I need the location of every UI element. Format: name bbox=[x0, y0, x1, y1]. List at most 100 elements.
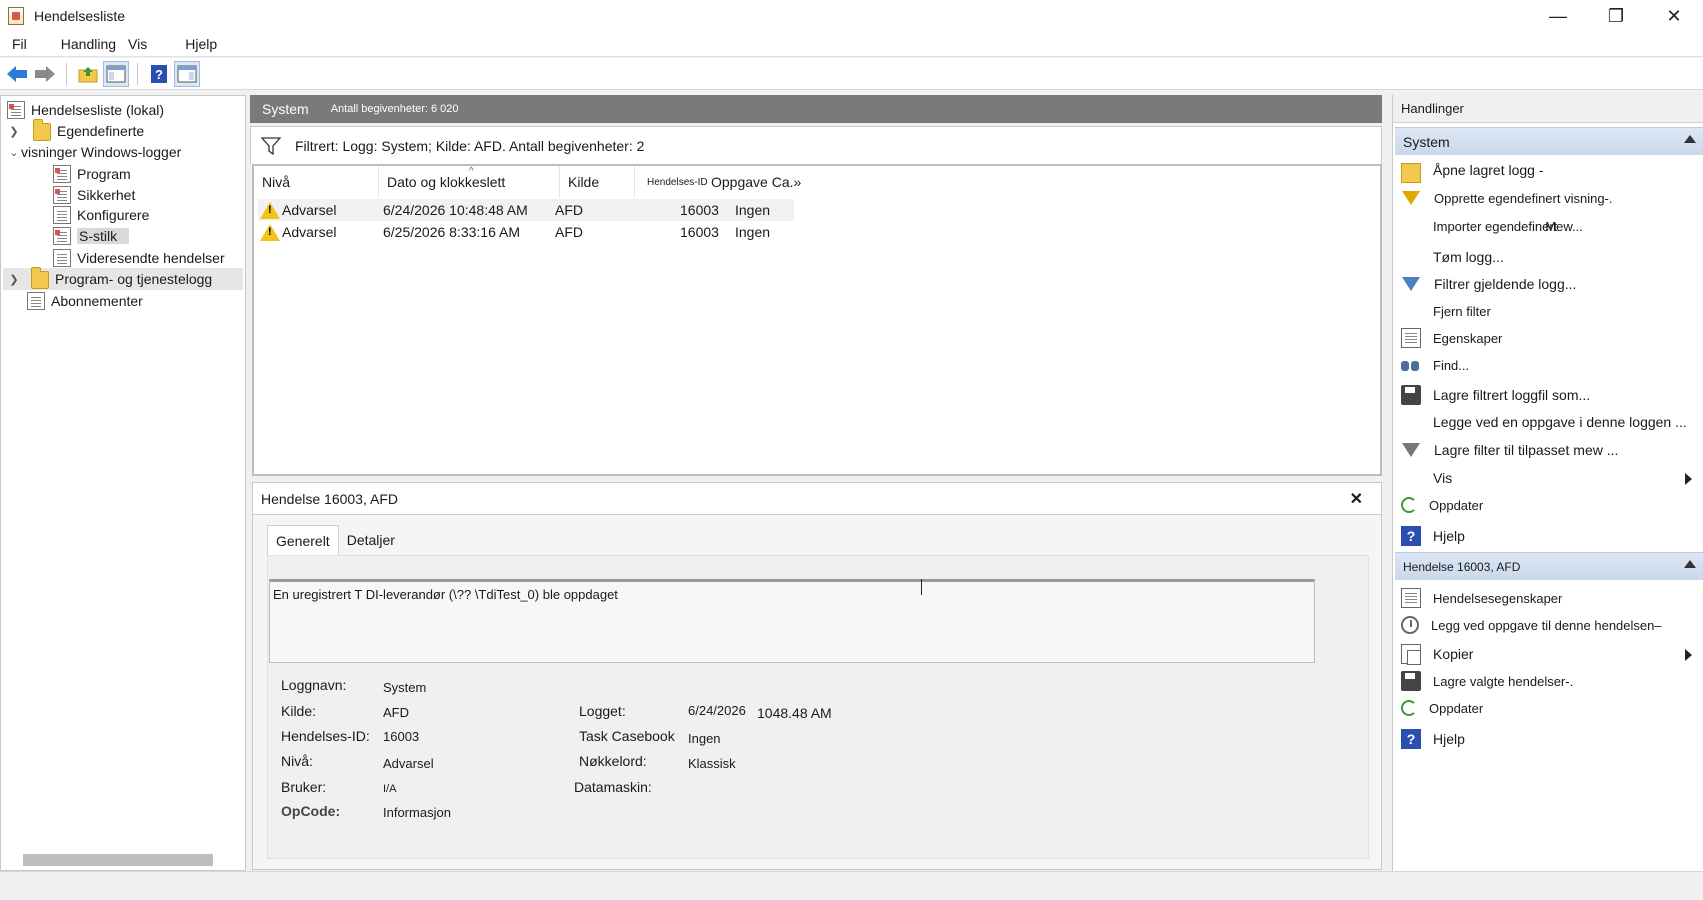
action-help-event[interactable]: ? Hjelp bbox=[1393, 726, 1702, 752]
close-button[interactable]: ✕ bbox=[1645, 0, 1703, 32]
table-row[interactable]: Advarsel 6/25/2026 8:33:16 AM AFD 16003 … bbox=[258, 221, 794, 243]
tab-details[interactable]: Detaljer bbox=[339, 525, 403, 555]
action-label: Find... bbox=[1433, 357, 1470, 373]
value-source: AFD bbox=[383, 705, 409, 720]
forward-arrow-icon[interactable] bbox=[32, 61, 58, 87]
action-label: Fjern filter bbox=[1433, 303, 1491, 319]
action-save-filter-to-custom-view[interactable]: Lagre filter til tilpasset mew ... bbox=[1393, 437, 1702, 463]
title-bar: Hendelsesliste — ❐ ✕ bbox=[0, 0, 1703, 32]
chevron-right-icon[interactable]: ❯ bbox=[7, 273, 21, 286]
table-row[interactable]: Advarsel 6/24/2026 10:48:48 AM AFD 16003… bbox=[258, 199, 794, 221]
tree-item-setup[interactable]: Konfigurere bbox=[53, 204, 149, 226]
tree-item-app-services[interactable]: ❯ Program- og tjenestelogg bbox=[3, 267, 243, 290]
action-label: Åpne lagret logg - bbox=[1433, 162, 1544, 178]
chevron-right-icon[interactable]: ❯ bbox=[7, 125, 21, 138]
menu-action[interactable]: Handling bbox=[55, 36, 122, 52]
status-bar bbox=[0, 871, 1703, 900]
column-label: Hendelses-ID bbox=[647, 176, 708, 188]
value-logged-date: 6/24/2026 bbox=[688, 703, 746, 718]
tree-item-custom-views[interactable]: ❯ Egendefinerte bbox=[7, 119, 144, 142]
horizontal-scrollbar[interactable] bbox=[23, 854, 213, 866]
action-attach-task-to-log[interactable]: Legge ved en oppgave i denne loggen ... bbox=[1393, 409, 1702, 435]
window-controls: — ❐ ✕ bbox=[1529, 0, 1703, 32]
show-hide-action-pane-icon[interactable] bbox=[174, 60, 200, 87]
tree-item-label: Sikkerhet bbox=[77, 187, 136, 203]
action-help[interactable]: ? Hjelp bbox=[1393, 523, 1702, 549]
action-clear-filter[interactable]: Fjern filter bbox=[1393, 298, 1702, 324]
show-hide-tree-icon[interactable] bbox=[103, 60, 129, 87]
tree-item-security[interactable]: Sikkerhet bbox=[53, 184, 135, 206]
tree-item-root[interactable]: Hendelsesliste (lokal) bbox=[7, 99, 164, 121]
collapse-up-icon[interactable] bbox=[1684, 135, 1696, 143]
action-view-submenu[interactable]: Vis bbox=[1393, 465, 1702, 491]
tree-item-label: Program bbox=[77, 166, 131, 182]
up-folder-icon[interactable] bbox=[75, 61, 101, 87]
filter-bar: Filtrert: Logg: System; Kilde: AFD. Anta… bbox=[250, 126, 1382, 164]
action-create-custom-view[interactable]: Opprette egendefinert visning-. bbox=[1393, 185, 1702, 211]
log-icon bbox=[53, 165, 71, 183]
action-open-saved-log[interactable]: Åpne lagret logg - bbox=[1393, 157, 1702, 183]
event-list: Nivå Dato og klokkeslett ^ Kilde Hendels… bbox=[252, 164, 1382, 476]
column-header-source[interactable]: Kilde bbox=[560, 166, 635, 198]
help-icon: ? bbox=[1401, 729, 1421, 749]
tree-item-windows-logs[interactable]: ⌄ visninger Windows-logger bbox=[7, 141, 181, 163]
tree-item-program[interactable]: Program bbox=[53, 163, 131, 185]
column-label: Dato og klokkeslett bbox=[387, 174, 506, 190]
menu-help[interactable]: Hjelp bbox=[179, 36, 223, 52]
action-event-properties[interactable]: Hendelsesegenskaper bbox=[1393, 585, 1702, 611]
value-user: I/A bbox=[383, 783, 397, 795]
label-event-id: Hendelses-ID: bbox=[281, 728, 370, 744]
minimize-button[interactable]: — bbox=[1529, 0, 1587, 32]
refresh-icon bbox=[1401, 700, 1417, 716]
tree-item-label: Abonnementer bbox=[51, 293, 143, 309]
help-icon: ? bbox=[1401, 526, 1421, 546]
action-refresh[interactable]: Oppdater bbox=[1393, 492, 1702, 518]
column-header-level[interactable]: Nivå bbox=[254, 166, 379, 198]
tab-general[interactable]: Generelt bbox=[267, 525, 339, 555]
tree-item-label: Konfigurere bbox=[77, 207, 150, 223]
action-copy[interactable]: Kopier bbox=[1393, 641, 1702, 667]
action-save-filtered-log[interactable]: Lagre filtrert loggfil som... bbox=[1393, 382, 1702, 408]
column-label: Oppgave Ca.» bbox=[711, 174, 802, 190]
tree-item-label: Hendelsesliste (lokal) bbox=[31, 102, 165, 118]
column-header-task-category[interactable]: Oppgave Ca.» bbox=[709, 166, 819, 198]
filter-text: Filtrert: Logg: System; Kilde: AFD. Anta… bbox=[295, 137, 645, 154]
save-filter-icon bbox=[1402, 443, 1420, 457]
section-label: System bbox=[1403, 133, 1450, 150]
action-filter-current-log[interactable]: Filtrer gjeldende logg... bbox=[1393, 271, 1702, 297]
menu-file[interactable]: Fil bbox=[6, 36, 33, 52]
back-arrow-icon[interactable] bbox=[4, 61, 30, 87]
action-properties[interactable]: Egenskaper bbox=[1393, 325, 1702, 351]
event-message-box[interactable]: En uregistrert T DI-leverandør (\?? \Tdi… bbox=[269, 579, 1315, 663]
datetime-cell: 6/25/2026 8:33:16 AM bbox=[383, 224, 520, 240]
submenu-arrow-icon bbox=[1685, 649, 1692, 661]
tree-item-system-selected[interactable]: S-stilk bbox=[53, 225, 130, 247]
toolbar: ? bbox=[0, 58, 1703, 90]
action-attach-task-to-event[interactable]: Legg ved oppgave til denne hendelsen– bbox=[1393, 612, 1702, 638]
actions-section-system[interactable]: System bbox=[1395, 127, 1703, 155]
menu-bar: Fil Handling Vis Hjelp bbox=[0, 32, 1703, 57]
action-label: Hjelp bbox=[1433, 528, 1465, 544]
close-icon[interactable]: ✕ bbox=[1350, 489, 1363, 509]
label-logged: Logget: bbox=[579, 703, 626, 719]
help-icon[interactable]: ? bbox=[146, 61, 172, 87]
collapse-up-icon[interactable] bbox=[1684, 560, 1696, 568]
log-icon bbox=[53, 206, 71, 224]
tree-item-subscriptions[interactable]: Abonnementer bbox=[27, 290, 143, 312]
level-text: Advarsel bbox=[282, 202, 337, 218]
action-find[interactable]: Find... bbox=[1393, 352, 1702, 378]
action-refresh-event[interactable]: Oppdater bbox=[1393, 695, 1702, 721]
menu-view[interactable]: Vis bbox=[122, 36, 153, 52]
tree-item-forwarded-events[interactable]: Videresendte hendelser bbox=[53, 247, 225, 269]
action-label: Oppdater bbox=[1429, 700, 1484, 716]
column-header-event-id[interactable]: Hendelses-ID bbox=[635, 166, 713, 198]
action-save-selected-events[interactable]: Lagre valgte hendelser-. bbox=[1393, 668, 1702, 694]
action-import-custom-view[interactable]: Importer egendefinert Mew... bbox=[1393, 213, 1702, 239]
source-cell: AFD bbox=[555, 224, 583, 240]
actions-section-event[interactable]: Hendelse 16003, AFD bbox=[1395, 552, 1703, 580]
event-viewer-app-icon bbox=[8, 7, 24, 25]
maximize-button[interactable]: ❐ bbox=[1587, 0, 1645, 32]
chevron-down-icon[interactable]: ⌄ bbox=[7, 146, 21, 159]
action-clear-log[interactable]: Tøm logg... bbox=[1393, 244, 1702, 270]
submenu-arrow-icon bbox=[1685, 473, 1692, 485]
